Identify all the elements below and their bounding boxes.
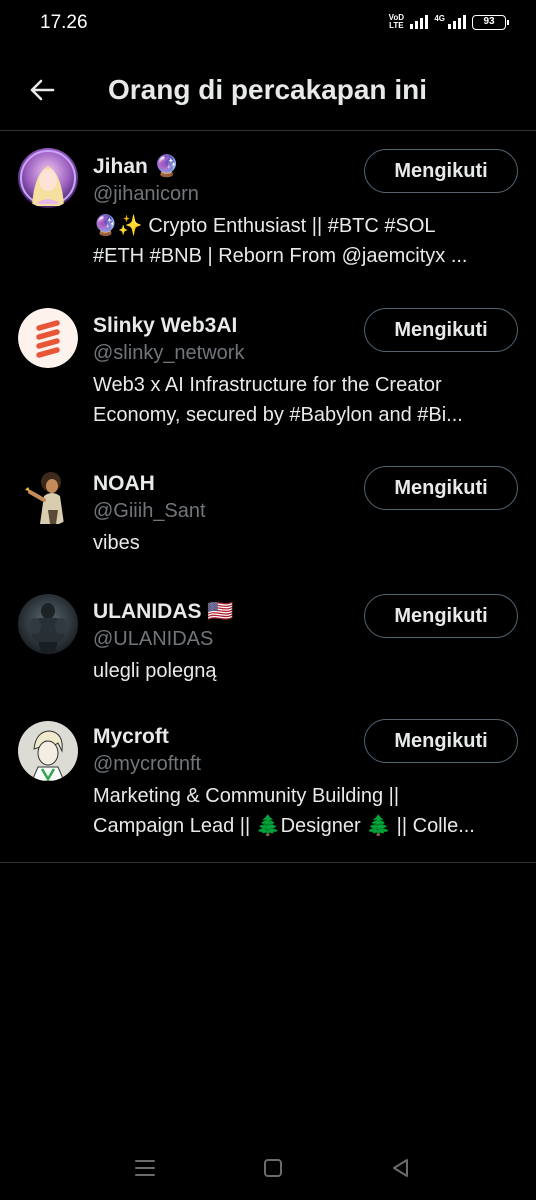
page-title: Orang di percakapan ini [108, 74, 427, 105]
avatar[interactable] [18, 721, 78, 781]
recent-apps-button[interactable] [133, 1156, 157, 1180]
square-icon [264, 1159, 282, 1177]
signal-strength-icon [410, 15, 429, 29]
user-row-jihan[interactable]: Jihan 🔮 @jihanicorn 🔮✨ Crypto Enthusiast… [0, 131, 536, 290]
following-button[interactable]: Mengikuti [364, 594, 518, 638]
user-row-noah[interactable]: NOAH @Giiih_Sant vibes Mengikuti [0, 448, 536, 576]
status-bar: 17.26 VoD LTE 4G 93 [0, 0, 536, 46]
avatar[interactable] [18, 594, 78, 654]
following-button[interactable]: Mengikuti [364, 719, 518, 763]
back-button[interactable] [18, 68, 66, 112]
user-bio: 🔮✨ Crypto Enthusiast || #BTC #SOL #ETH #… [93, 215, 468, 267]
user-list: Jihan 🔮 @jihanicorn 🔮✨ Crypto Enthusiast… [0, 131, 536, 863]
avatar[interactable] [18, 308, 78, 368]
signal-strength-icon-2 [448, 15, 466, 29]
following-button[interactable]: Mengikuti [364, 308, 518, 352]
user-bio: vibes [93, 532, 140, 554]
user-bio: Marketing & Community Building || Campai… [93, 785, 475, 837]
user-row-slinky[interactable]: Slinky Web3AI @slinky_network Web3 x AI … [0, 290, 536, 448]
following-button[interactable]: Mengikuti [364, 149, 518, 193]
status-time: 17.26 [40, 12, 88, 33]
arrow-left-icon [30, 79, 55, 101]
home-button[interactable] [261, 1156, 285, 1180]
avatar[interactable] [18, 148, 78, 208]
app-header: Orang di percakapan ini [0, 46, 536, 131]
system-back-button[interactable] [389, 1156, 413, 1180]
menu-lines-icon [135, 1160, 155, 1176]
system-nav-bar [0, 1134, 536, 1200]
following-button[interactable]: Mengikuti [364, 466, 518, 510]
user-bio: ulegli polegną [93, 660, 217, 682]
status-icons: VoD LTE 4G 93 [388, 13, 509, 30]
user-row-mycroft[interactable]: Mycroft @mycroftnft Marketing & Communit… [0, 701, 536, 862]
network-type: 4G [434, 14, 445, 23]
user-bio: Web3 x AI Infrastructure for the Creator… [93, 374, 463, 426]
volte-indicator: VoD LTE [388, 13, 405, 30]
avatar[interactable] [18, 466, 78, 526]
triangle-back-icon [393, 1159, 408, 1177]
battery-icon: 93 [472, 14, 509, 30]
user-row-ulanidas[interactable]: ULANIDAS 🇺🇸 @ULANIDAS ulegli polegną Men… [0, 576, 536, 701]
